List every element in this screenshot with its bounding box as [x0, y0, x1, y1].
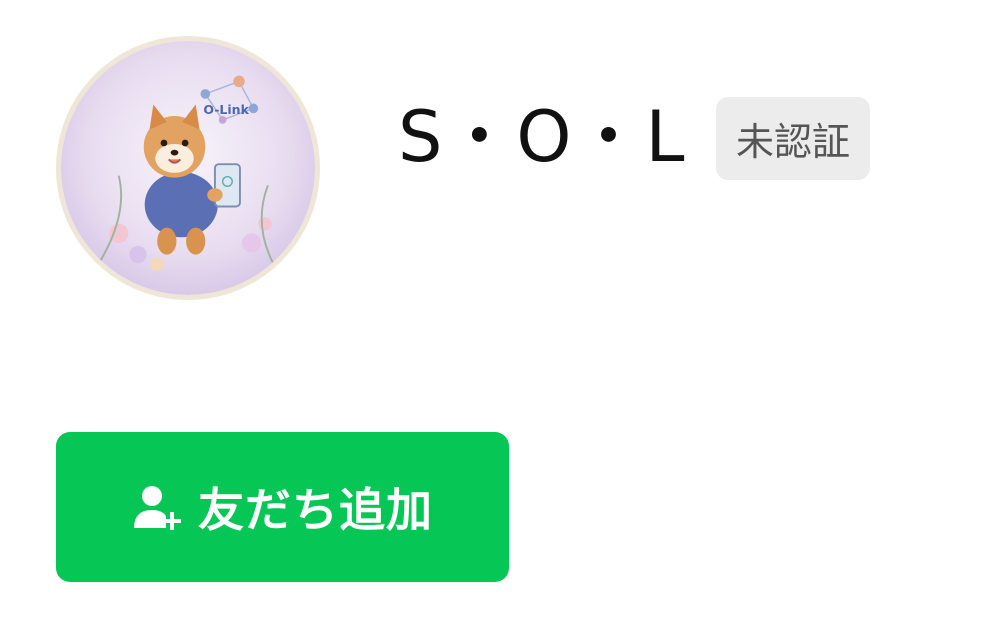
add-person-icon — [134, 486, 181, 530]
add-friend-button[interactable]: 友だち追加 — [56, 432, 509, 582]
profile-card: O-Link S・O・L 未認証 友だち追加 — [0, 0, 1008, 641]
shiba-dog-avatar-icon[interactable]: O-Link — [56, 36, 320, 300]
verification-badge: 未認証 — [716, 97, 870, 180]
avatar-logo-text: O-Link — [203, 102, 249, 117]
add-friend-label: 友だち追加 — [198, 483, 433, 537]
account-name: S・O・L — [398, 96, 687, 178]
